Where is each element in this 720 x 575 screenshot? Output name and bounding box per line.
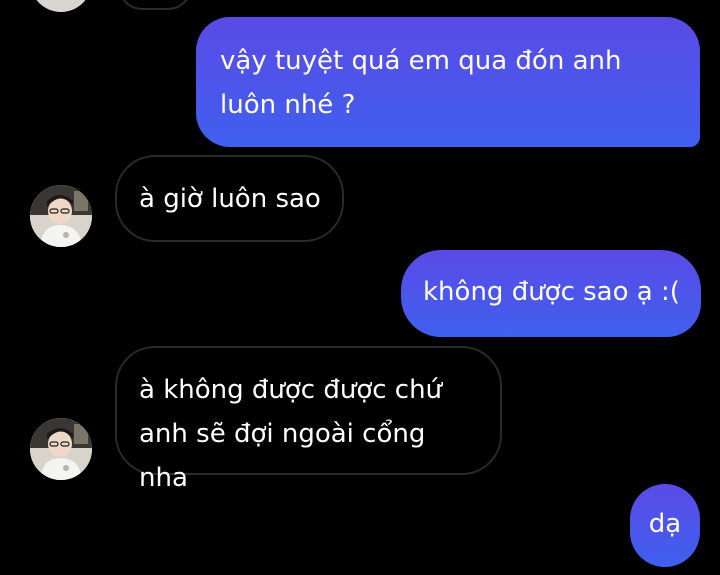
message-text-line: à không được được chứ — [139, 375, 443, 405]
message-sent-3[interactable]: dạ — [630, 484, 700, 567]
message-text: không được sao ạ :( — [423, 277, 680, 307]
message-sent-1[interactable]: vậy tuyệt quá em qua đón anh luôn nhé ? — [196, 17, 700, 147]
message-text: vậy tuyệt quá em qua đón anh luôn nhé ? — [220, 46, 622, 120]
contact-avatar[interactable] — [30, 185, 92, 247]
message-sent-2[interactable]: không được sao ạ :( — [401, 250, 701, 337]
avatar-photo-icon — [30, 185, 92, 247]
message-received-1[interactable]: à giờ luôn sao — [115, 155, 344, 242]
message-text: dạ — [648, 509, 682, 539]
message-text: à giờ luôn sao — [139, 184, 321, 214]
message-received-2[interactable]: à không được được chứ anh sẽ đợi ngoài c… — [115, 346, 502, 493]
previous-avatar-partial — [30, 0, 92, 12]
avatar-photo-icon — [30, 418, 92, 480]
contact-avatar[interactable] — [30, 418, 92, 480]
chat-thread: vậy tuyệt quá em qua đón anh luôn nhé ? … — [0, 0, 720, 575]
previous-bubble-partial — [118, 0, 192, 10]
message-text-line: anh sẽ đợi ngoài cổng nha — [139, 419, 426, 493]
